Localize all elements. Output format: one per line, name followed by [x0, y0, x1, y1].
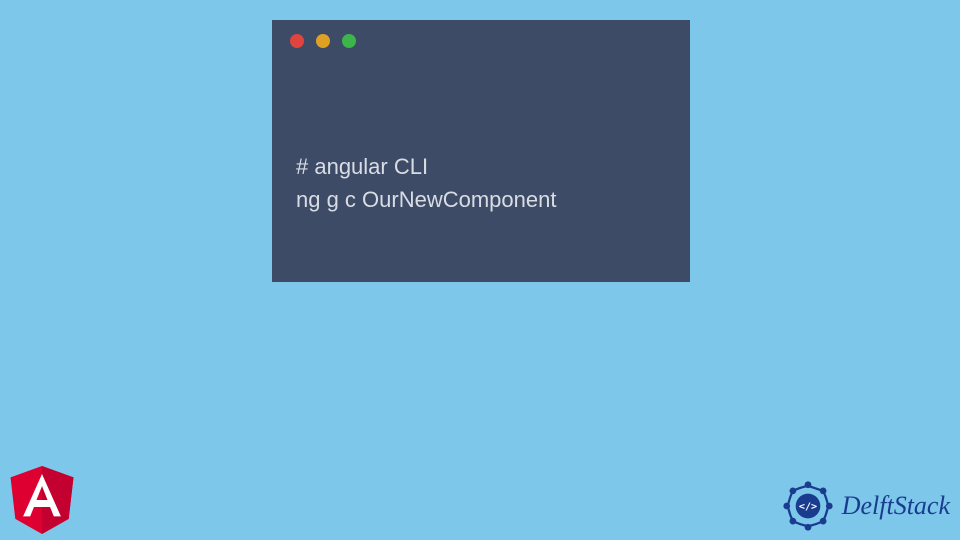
delftstack-badge-icon: </> [780, 478, 836, 534]
delftstack-logo: </> DelftStack [780, 478, 950, 534]
delftstack-label: DelftStack [842, 491, 950, 521]
angular-logo-icon [10, 466, 74, 534]
terminal-line-command: ng g c OurNewComponent [296, 183, 666, 216]
maximize-icon[interactable] [342, 34, 356, 48]
close-icon[interactable] [290, 34, 304, 48]
terminal-body: # angular CLI ng g c OurNewComponent [272, 62, 690, 236]
svg-text:</>: </> [799, 501, 817, 512]
minimize-icon[interactable] [316, 34, 330, 48]
terminal-line-comment: # angular CLI [296, 150, 666, 183]
terminal-window: # angular CLI ng g c OurNewComponent [272, 20, 690, 282]
terminal-titlebar [272, 20, 690, 62]
